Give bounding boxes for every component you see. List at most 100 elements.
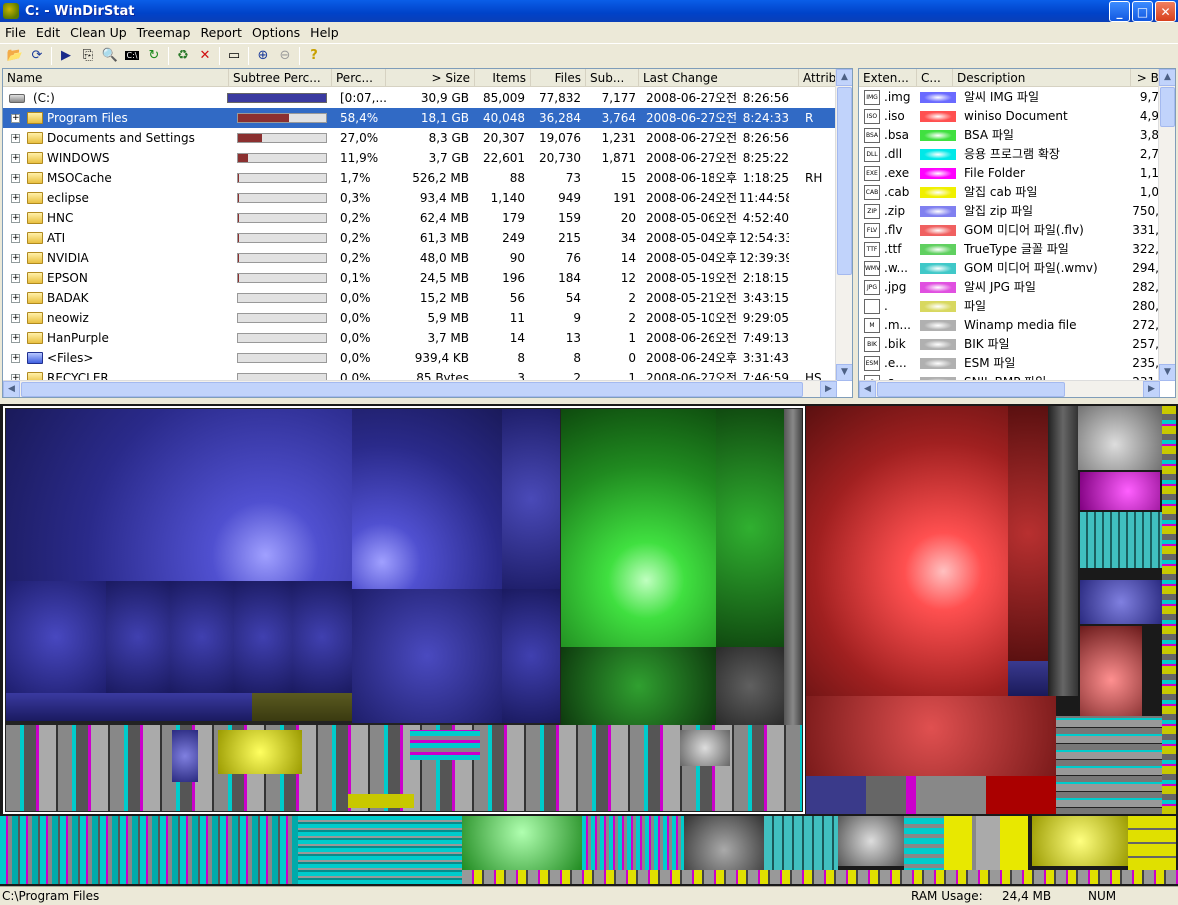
treemap-block[interactable] — [1080, 626, 1142, 716]
treemap-block[interactable] — [352, 589, 502, 723]
treemap-block[interactable] — [292, 581, 352, 693]
treemap-block[interactable] — [838, 816, 904, 866]
menu-options[interactable]: Options — [247, 25, 305, 40]
play-icon[interactable]: ▶ — [55, 46, 77, 66]
extension-row[interactable]: . 파일 280, — [859, 297, 1160, 316]
ext-hscroll-thumb[interactable] — [877, 382, 1065, 397]
treemap-block[interactable] — [348, 794, 414, 808]
treemap-block[interactable] — [170, 581, 234, 693]
zoom-out-icon[interactable]: ⊖ — [274, 46, 296, 66]
tree-row[interactable]: + BADAK 0,0% 15,2 MB 56 54 2 2008-05-21 오전 3:43:1… — [3, 288, 837, 308]
treemap-block[interactable] — [561, 409, 716, 647]
column-percent[interactable]: Perc... — [332, 69, 386, 87]
close-button[interactable]: ✕ — [1155, 1, 1176, 22]
treemap-block[interactable] — [716, 409, 784, 647]
properties-icon[interactable]: ▭ — [223, 46, 245, 66]
treemap-block[interactable] — [561, 647, 716, 725]
extension-row[interactable]: BSA .bsa BSA 파일 3,8 — [859, 126, 1160, 145]
hscroll-thumb[interactable] — [21, 382, 803, 397]
treemap-block[interactable] — [6, 409, 352, 581]
expand-icon[interactable]: + — [11, 314, 20, 323]
treemap-block[interactable] — [1048, 406, 1078, 696]
menu-edit[interactable]: Edit — [31, 25, 65, 40]
refresh-selected-icon[interactable]: ↻ — [143, 46, 165, 66]
scroll-right-button[interactable]: ▶ — [820, 381, 837, 397]
menu-help[interactable]: Help — [305, 25, 344, 40]
expand-icon[interactable]: + — [11, 194, 20, 203]
column-subtree-percent[interactable]: Subtree Perc... — [229, 69, 332, 87]
extension-row[interactable]: JPG .jpg 알씨 JPG 파일 282, — [859, 278, 1160, 297]
treemap-block[interactable] — [6, 581, 106, 693]
tree-row[interactable]: + EPSON 0,1% 24,5 MB 196 184 12 2008-05-19 오전 2:1… — [3, 268, 837, 288]
column-files[interactable]: Files — [531, 69, 586, 87]
treemap-block[interactable] — [502, 409, 560, 589]
treemap-block[interactable] — [784, 409, 802, 725]
directory-vertical-scrollbar[interactable]: ▲ ▼ — [835, 69, 852, 381]
menu-file[interactable]: File — [0, 25, 31, 40]
expand-icon[interactable]: + — [11, 154, 20, 163]
refresh-icon[interactable]: ⟳ — [26, 46, 48, 66]
extension-row[interactable]: ESM .e... ESM 파일 235, — [859, 354, 1160, 373]
app-icon[interactable] — [3, 3, 19, 19]
extension-list[interactable]: Exten... C... Description > By IMG .img 알씨… — [858, 68, 1176, 398]
tree-row[interactable]: + HNC 0,2% 62,4 MB 179 159 20 2008-05-06 오전 4:52:… — [3, 208, 837, 228]
extension-row[interactable]: ISO .iso winiso Document 4,9 — [859, 107, 1160, 126]
ext-scroll-thumb[interactable] — [1160, 87, 1175, 127]
treemap[interactable] — [0, 404, 1178, 886]
treemap-block[interactable] — [352, 409, 502, 589]
expand-icon[interactable]: + — [11, 334, 20, 343]
tree-row[interactable]: + HanPurple 0,0% 3,7 MB 14 13 1 2008-06-26 오전 7:4… — [3, 328, 837, 348]
expand-icon[interactable]: + — [11, 354, 20, 363]
recycle-icon[interactable]: ♻ — [172, 46, 194, 66]
treemap-block[interactable] — [806, 776, 1056, 814]
open-icon[interactable]: 📂 — [4, 46, 26, 66]
ext-scroll-down-button[interactable]: ▼ — [1159, 364, 1175, 381]
treemap-block[interactable] — [1056, 716, 1168, 814]
treemap-block[interactable] — [218, 730, 302, 774]
tree-row[interactable]: + neowiz 0,0% 5,9 MB 11 9 2 2008-05-10 오전 9:29:05 — [3, 308, 837, 328]
extension-row[interactable]: TTF .ttf TrueType 글꼴 파일 322, — [859, 240, 1160, 259]
extension-row[interactable]: ZIP .zip 알집 zip 파일 750, — [859, 202, 1160, 221]
treemap-block[interactable] — [1032, 816, 1128, 866]
maximize-button[interactable]: □ — [1132, 1, 1153, 22]
treemap-block[interactable] — [410, 730, 480, 760]
column-description[interactable]: Description — [953, 69, 1131, 87]
column-last-change[interactable]: Last Change — [639, 69, 799, 87]
treemap-block[interactable] — [806, 696, 1056, 776]
treemap-block[interactable] — [716, 647, 784, 725]
directory-horizontal-scrollbar[interactable]: ◀ ▶ — [3, 380, 837, 397]
scroll-left-button[interactable]: ◀ — [3, 381, 20, 397]
menu-clean-up[interactable]: Clean Up — [65, 25, 132, 40]
title-bar[interactable]: C: - WinDirStat _ □ ✕ — [0, 0, 1178, 22]
tree-row[interactable]: + eclipse 0,3% 93,4 MB 1,140 949 191 2008-06-24… — [3, 188, 837, 208]
tree-row[interactable]: + NVIDIA 0,2% 48,0 MB 90 76 14 2008-05-04 오후 12:3… — [3, 248, 837, 268]
extension-row[interactable]: FLV .flv GOM 미디어 파일(.flv) 331, — [859, 221, 1160, 240]
expand-icon[interactable]: + — [11, 294, 20, 303]
command-prompt-icon[interactable]: C:\ — [121, 46, 143, 66]
treemap-block[interactable] — [502, 589, 560, 723]
treemap-documents-and-settings[interactable] — [806, 406, 1008, 696]
expand-icon[interactable]: + — [11, 134, 20, 143]
column-extension[interactable]: Exten... — [859, 69, 917, 87]
expand-icon[interactable]: + — [11, 174, 20, 183]
extension-row[interactable]: WMV .w... GOM 미디어 파일(.wmv) 294, — [859, 259, 1160, 278]
scroll-thumb[interactable] — [837, 87, 852, 275]
tree-row[interactable]: + Program Files 58,4% 18,1 GB 40,048 36,284 3,… — [3, 108, 837, 128]
expand-icon[interactable]: + — [11, 214, 20, 223]
menu-report[interactable]: Report — [196, 25, 247, 40]
treemap-block[interactable] — [106, 581, 170, 693]
treemap-block[interactable] — [298, 816, 462, 884]
column-subdirs[interactable]: Sub... — [586, 69, 639, 87]
expand-icon[interactable]: + — [11, 254, 20, 263]
copy-icon[interactable]: ⎘ — [77, 46, 99, 66]
extension-row[interactable]: M .m... Winamp media file 272, — [859, 316, 1160, 335]
treemap-block[interactable] — [680, 730, 730, 766]
column-items[interactable]: Items — [475, 69, 531, 87]
extension-row[interactable]: BIK .bik BIK 파일 257, — [859, 335, 1160, 354]
scroll-up-button[interactable]: ▲ — [836, 69, 852, 86]
treemap-block[interactable] — [6, 693, 252, 721]
treemap-windows[interactable] — [0, 816, 298, 884]
treemap-block[interactable] — [172, 730, 198, 782]
extension-row[interactable]: DLL .dll 응용 프로그램 확장 2,7 — [859, 145, 1160, 164]
directory-list[interactable]: Name Subtree Perc... Perc... > Size Item… — [2, 68, 853, 398]
